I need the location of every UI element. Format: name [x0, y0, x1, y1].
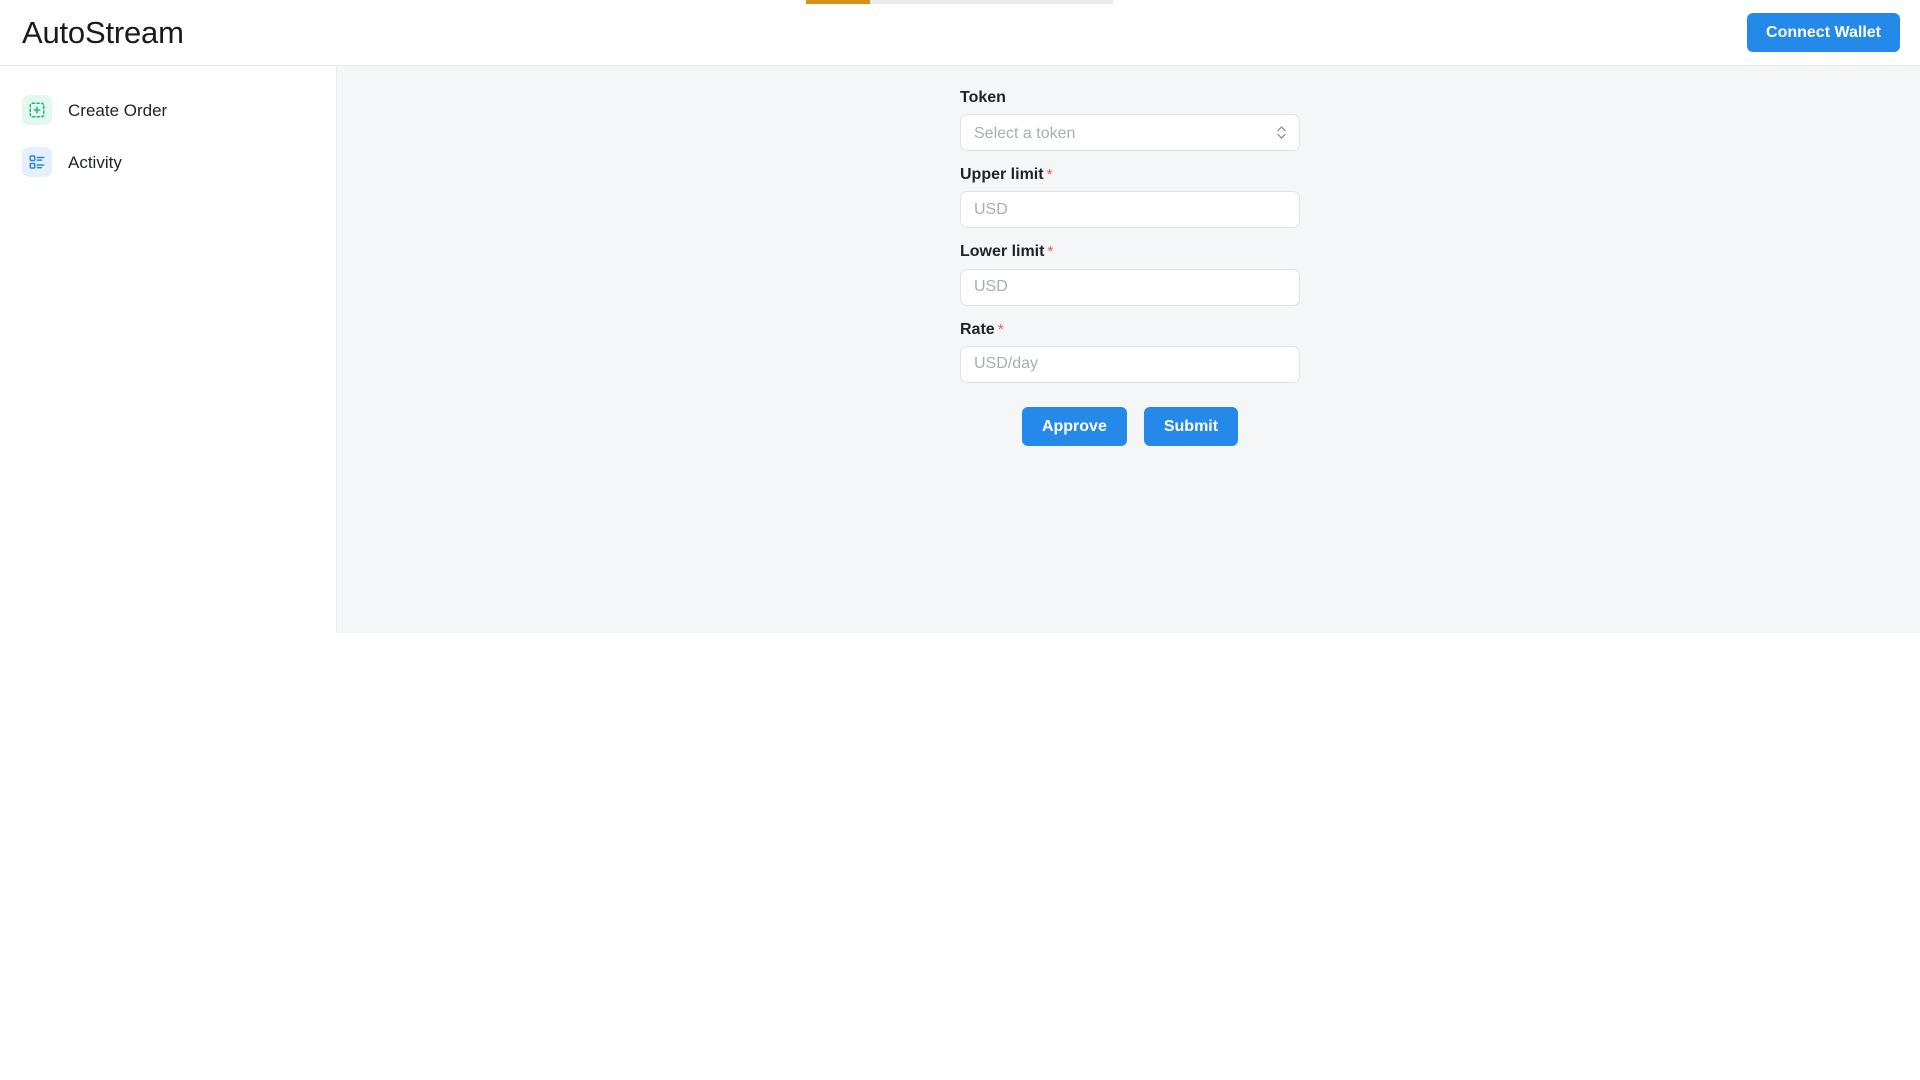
sidebar: Create Order Activity [0, 66, 337, 633]
upper-limit-label: Upper limit * [960, 166, 1053, 184]
sidebar-item-activity[interactable]: Activity [0, 136, 336, 188]
token-field: Token Select a token [960, 88, 1300, 152]
upper-limit-field: Upper limit * [960, 165, 1300, 229]
lower-limit-input[interactable] [960, 268, 1300, 306]
sidebar-item-create-order[interactable]: Create Order [0, 84, 336, 136]
required-asterisk: * [1046, 166, 1053, 184]
form-actions: Approve Submit [960, 406, 1300, 446]
lower-limit-label: Lower limit * [960, 243, 1054, 261]
token-select-placeholder: Select a token [974, 124, 1076, 142]
page-load-progress-fill [806, 0, 871, 4]
upper-limit-input[interactable] [960, 191, 1300, 229]
rate-input[interactable] [960, 345, 1300, 383]
connect-wallet-button[interactable]: Connect Wallet [1747, 12, 1900, 53]
token-label: Token [960, 89, 1006, 106]
create-order-form: Token Select a token Upper limit * USD L… [960, 88, 1300, 446]
required-asterisk: * [1047, 243, 1054, 261]
sidebar-item-label: Create Order [68, 100, 168, 120]
token-select-wrapper[interactable]: Select a token [960, 114, 1300, 152]
page-load-progress-bar [806, 0, 1113, 4]
rate-label: Rate * [960, 320, 1004, 338]
list-layout-icon [22, 147, 52, 177]
lower-limit-field: Lower limit * [960, 242, 1300, 306]
required-asterisk: * [997, 320, 1004, 338]
main-content: Token Select a token Upper limit * USD L… [337, 66, 1920, 633]
submit-button[interactable]: Submit [1143, 406, 1239, 446]
sidebar-item-label: Activity [68, 152, 122, 172]
add-square-dashed-icon [22, 95, 52, 125]
rate-field: Rate * [960, 320, 1300, 383]
app-header: AutoStream Connect Wallet [0, 0, 1920, 66]
token-select[interactable]: Select a token [960, 114, 1300, 152]
app-body: Create Order Activity Token Select a tok… [0, 66, 1920, 633]
approve-button[interactable]: Approve [1021, 406, 1127, 446]
app-title: AutoStream [22, 15, 184, 50]
